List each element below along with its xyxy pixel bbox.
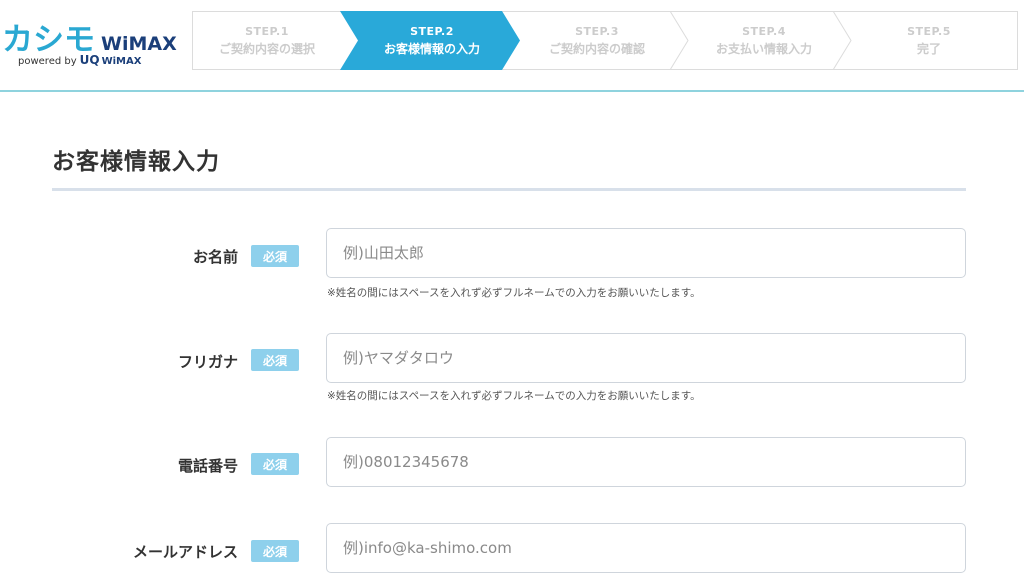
name-input[interactable] <box>326 228 966 278</box>
name-note: ※姓名の間にはスペースを入れず必ずフルネームでの入力をお願いいたします。 <box>327 287 701 299</box>
step-number: STEP.5 <box>907 24 951 38</box>
phone-label: 電話番号 <box>177 457 238 475</box>
step-4: STEP.4 お支払い情報入力 <box>689 11 839 70</box>
page-title: お客様情報入力 <box>52 149 220 175</box>
step-label: お支払い情報入力 <box>715 41 812 56</box>
step-number: STEP.3 <box>575 24 619 38</box>
site-header: カシモ WiMAX powered by UQ WiMAX STEP.1 ご契約内容の… <box>0 0 1024 92</box>
title-divider <box>52 188 966 191</box>
powered-by-text: powered by <box>18 56 77 67</box>
required-badge: 必須 <box>251 453 299 475</box>
logo-powered-by: powered by UQ WiMAX <box>18 53 141 67</box>
step-progress-bar: STEP.1 ご契約内容の選択 STEP.2 お客様情報の入力 STEP.3 ご… <box>192 11 1018 70</box>
email-input[interactable] <box>326 523 966 573</box>
required-badge: 必須 <box>251 349 299 371</box>
step-number: STEP.4 <box>742 24 786 38</box>
furigana-note: ※姓名の間にはスペースを入れず必ずフルネームでの入力をお願いいたします。 <box>327 390 701 402</box>
uq-wimax-text: WiMAX <box>101 56 142 67</box>
email-label: メールアドレス <box>132 543 238 561</box>
required-badge: 必須 <box>251 540 299 562</box>
step-number: STEP.2 <box>410 24 454 38</box>
step-1: STEP.1 ご契約内容の選択 <box>192 11 342 70</box>
kashimo-wimax-logo[interactable]: カシモ WiMAX powered by UQ WiMAX <box>0 14 177 70</box>
step-label: お客様情報の入力 <box>383 41 480 56</box>
furigana-label: フリガナ <box>177 353 238 371</box>
step-5: STEP.5 完了 <box>854 11 1004 70</box>
step-label: 完了 <box>916 41 941 56</box>
phone-input[interactable] <box>326 437 966 487</box>
name-label: お名前 <box>192 248 238 266</box>
required-badge: 必須 <box>251 245 299 267</box>
step-label: ご契約内容の確認 <box>548 41 645 56</box>
uq-logo-text: UQ <box>79 53 100 67</box>
furigana-input[interactable] <box>326 333 966 383</box>
step-2-current: STEP.2 お客様情報の入力 <box>357 11 507 70</box>
step-3: STEP.3 ご契約内容の確認 <box>522 11 672 70</box>
step-label: ご契約内容の選択 <box>218 41 315 56</box>
step-number: STEP.1 <box>245 24 289 38</box>
logo-wimax-text: WiMAX <box>101 33 177 55</box>
